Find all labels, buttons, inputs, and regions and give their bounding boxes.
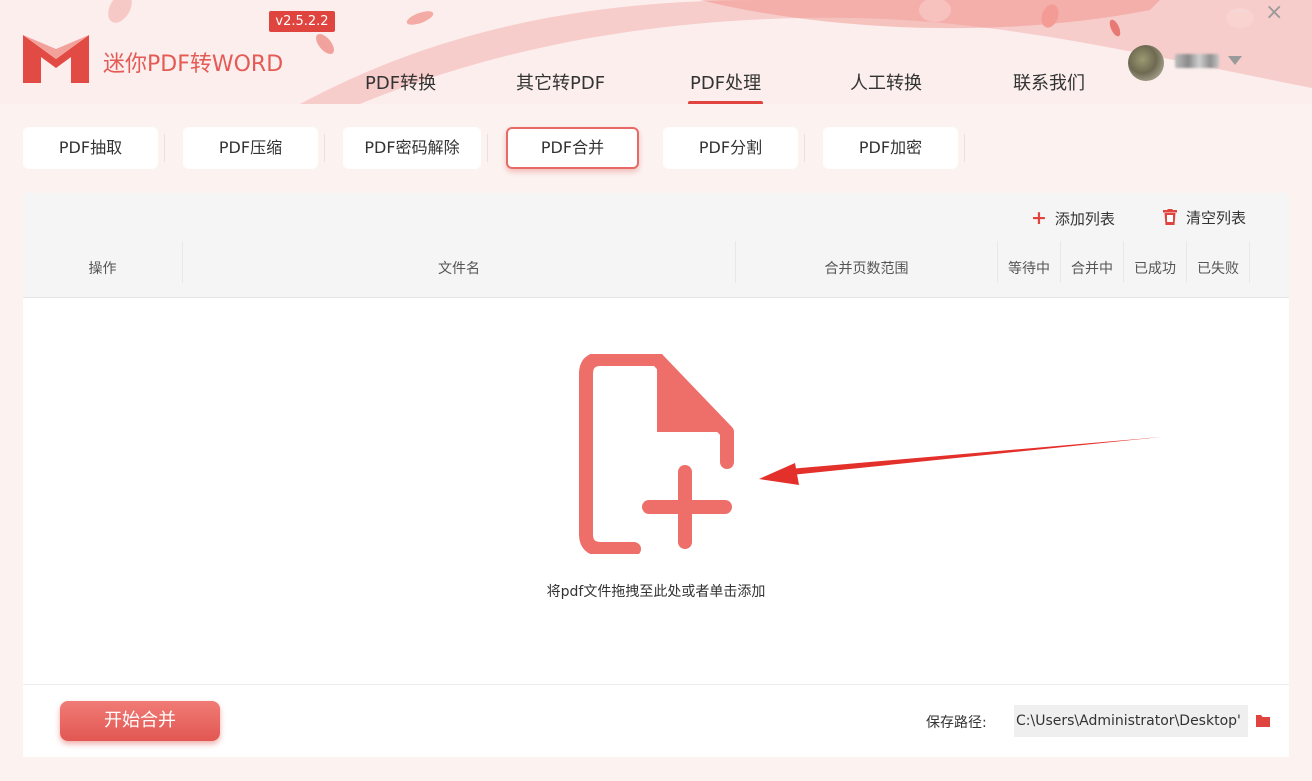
subtab-pdf-password-remove[interactable]: PDF密码解除 bbox=[343, 127, 488, 169]
col-action: 操作 bbox=[88, 261, 117, 277]
subtab-label: PDF压缩 bbox=[218, 138, 283, 157]
app-header: 迷你PDF转WORD v2.5.2.2 PDF转换 其它转PDF PDF处理 人… bbox=[0, 0, 1312, 104]
plus-icon: + bbox=[1031, 207, 1047, 229]
subtab-pdf-compress[interactable]: PDF压缩 bbox=[183, 127, 325, 169]
trash-icon bbox=[1163, 209, 1177, 225]
subtab-label: PDF密码解除 bbox=[364, 138, 460, 157]
subtab-pdf-merge[interactable]: PDF合并 bbox=[506, 127, 639, 169]
file-drop-zone[interactable]: 将pdf文件拖拽至此处或者单击添加 bbox=[23, 299, 1289, 684]
nav-contact-us[interactable]: 联系我们 bbox=[1013, 69, 1085, 95]
minimize-icon[interactable] bbox=[1230, 10, 1248, 12]
subtab-divider bbox=[964, 134, 965, 162]
save-path-field[interactable]: C:\Users\Administrator\Desktop' bbox=[1014, 705, 1248, 737]
clear-list-button[interactable]: 清空列表 bbox=[1163, 207, 1246, 228]
subtab-pdf-extract[interactable]: PDF抽取 bbox=[23, 127, 165, 169]
list-toolbar: + 添加列表 清空列表 bbox=[23, 193, 1289, 241]
subtab-label: PDF加密 bbox=[858, 138, 923, 157]
app-title: 迷你PDF转WORD bbox=[103, 52, 284, 77]
start-merge-button[interactable]: 开始合并 bbox=[60, 701, 220, 741]
col-waiting: 等待中 bbox=[1008, 261, 1050, 277]
nav-pdf-process[interactable]: PDF处理 bbox=[687, 69, 764, 104]
col-filename: 文件名 bbox=[438, 261, 480, 277]
subtab-divider bbox=[324, 134, 325, 162]
file-add-icon[interactable] bbox=[579, 354, 734, 554]
subtab-pdf-split[interactable]: PDF分割 bbox=[663, 127, 805, 169]
subtab-label: PDF抽取 bbox=[58, 138, 123, 157]
subtab-label: PDF合并 bbox=[540, 138, 605, 157]
subtab-divider bbox=[164, 134, 165, 162]
subtab-divider bbox=[804, 134, 805, 162]
version-badge: v2.5.2.2 bbox=[269, 11, 335, 32]
app-logo-icon bbox=[23, 35, 89, 83]
file-table-header: 操作 文件名 合并页数范围 等待中 合并中 已成功 已失败 bbox=[23, 241, 1289, 298]
nav-manual-convert[interactable]: 人工转换 bbox=[850, 69, 922, 95]
user-avatar[interactable] bbox=[1128, 45, 1164, 81]
add-list-button[interactable]: + 添加列表 bbox=[1031, 207, 1115, 229]
subtab-label: PDF分割 bbox=[698, 138, 763, 157]
footer-divider bbox=[23, 684, 1289, 685]
close-icon[interactable]: × bbox=[1265, 2, 1283, 24]
merge-panel: + 添加列表 清空列表 操作 文件名 合并页数范围 等待中 合并中 已成功 已失败 bbox=[23, 193, 1289, 757]
col-failed: 已失败 bbox=[1197, 261, 1239, 277]
chevron-down-icon[interactable] bbox=[1228, 56, 1242, 65]
pointer-arrow bbox=[759, 437, 1161, 485]
subtab-divider bbox=[487, 134, 488, 162]
subtab-pdf-encrypt[interactable]: PDF加密 bbox=[823, 127, 965, 169]
col-divider bbox=[1249, 241, 1250, 283]
col-page-range: 合并页数范围 bbox=[824, 261, 909, 277]
nav-other-to-pdf[interactable]: 其它转PDF bbox=[516, 69, 605, 95]
nav-pdf-convert[interactable]: PDF转换 bbox=[365, 69, 436, 95]
col-succeeded: 已成功 bbox=[1134, 261, 1176, 277]
save-path-label: 保存路径: bbox=[926, 715, 987, 731]
drop-hint-text: 将pdf文件拖拽至此处或者单击添加 bbox=[546, 584, 766, 600]
clear-list-label: 清空列表 bbox=[1186, 209, 1247, 227]
folder-icon[interactable] bbox=[1256, 714, 1270, 727]
add-list-label: 添加列表 bbox=[1054, 210, 1115, 228]
username-blurred[interactable] bbox=[1175, 54, 1219, 68]
col-merging: 合并中 bbox=[1071, 261, 1113, 277]
